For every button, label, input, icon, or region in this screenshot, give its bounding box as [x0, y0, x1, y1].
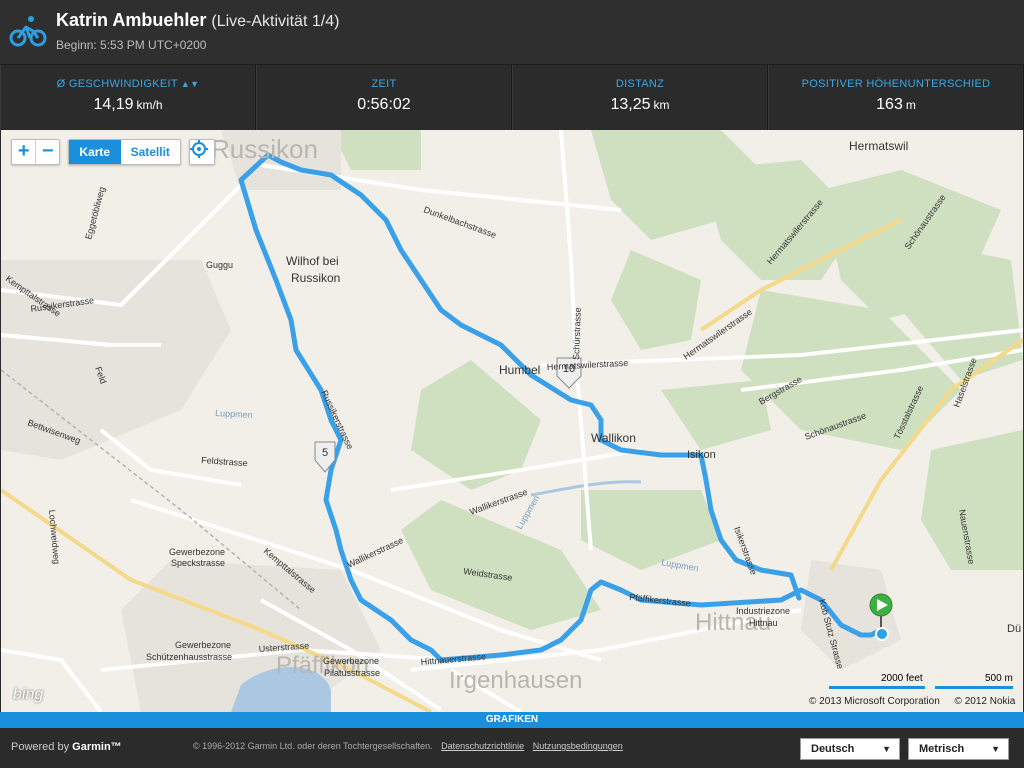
zoom-out-button[interactable]: −	[35, 140, 59, 164]
stat-unit: m	[905, 98, 916, 112]
marker-label: 5	[322, 447, 328, 459]
stat-unit: km/h	[136, 98, 163, 112]
place-label: Gewerbezone	[169, 547, 225, 557]
place-label: Wilhof bei	[286, 254, 339, 268]
powered-by-text: Powered by	[11, 741, 70, 753]
place-label: Isikon	[687, 449, 716, 461]
street-label: Isikerstrasse	[732, 525, 759, 576]
stat-value: 13,25	[610, 96, 651, 113]
street-label: Luppmen	[661, 557, 700, 573]
street-label: Wallikerstrasse	[468, 487, 528, 517]
units-value: Metrisch	[919, 743, 965, 755]
legal-notice: © 1996-2012 Garmin Ltd. oder deren Tocht…	[193, 741, 623, 751]
language-select[interactable]: Deutsch ▼	[800, 738, 900, 760]
activity-title: Katrin Ambuehler (Live-Aktivität 1/4)	[56, 10, 339, 31]
powered-by: Powered by Garmin™	[11, 741, 122, 753]
copyright-text: © 1996-2012 Garmin Ltd. oder deren Tocht…	[193, 741, 433, 751]
street-label: Luppmen	[215, 408, 253, 420]
street-label: Dunkelbachstrasse	[422, 204, 497, 240]
chevron-down-icon: ▼	[991, 744, 1000, 754]
garmin-brand: Garmin™	[72, 741, 122, 753]
map-view[interactable]: 5 10 Russikon Hermatswil Wilhof bei Russ…	[1, 130, 1023, 712]
stat-value: 14,19	[93, 96, 134, 113]
place-label: Irgenhausen	[449, 667, 582, 694]
stats-bar: Ø GESCHWINDIGKEIT ▲▼ 14,19 km/h ZEIT 0:56:…	[0, 64, 1024, 130]
stat-label: Ø GESCHWINDIGKEIT	[56, 78, 178, 90]
street-label: Wallikerstrasse	[346, 535, 405, 570]
place-label: Wallikon	[591, 431, 636, 445]
place-label: Gewerbezone	[175, 640, 231, 650]
current-position-icon[interactable]	[875, 627, 889, 641]
place-label: Hermatswil	[849, 139, 908, 153]
athlete-name: Katrin Ambuehler	[56, 10, 207, 30]
crosshair-icon	[190, 140, 208, 158]
place-label: Industriezone	[736, 606, 790, 616]
stat-label: DISTANZ	[615, 78, 665, 90]
street-label: Eggetöbliweg	[83, 186, 107, 241]
map-canvas[interactable]: 5 10 Russikon Hermatswil Wilhof bei Russ…	[1, 130, 1023, 712]
stat-value: 0:56:02	[357, 96, 411, 113]
stat-elevation-gain: POSITIVER HÖHENUNTERSCHIED 163 m	[768, 65, 1024, 130]
stat-label: ZEIT	[371, 78, 397, 90]
sort-icon[interactable]: ▲▼	[181, 79, 199, 89]
units-select[interactable]: Metrisch ▼	[908, 738, 1009, 760]
scale-imperial: 2000 feet	[881, 673, 923, 684]
zoom-in-button[interactable]: +	[12, 140, 35, 164]
activity-page: Katrin Ambuehler (Live-Aktivität 1/4) Be…	[0, 0, 1024, 768]
bicycle-icon	[9, 16, 47, 47]
chevron-down-icon: ▼	[882, 744, 891, 754]
stat-avg-speed[interactable]: Ø GESCHWINDIGKEIT ▲▼ 14,19 km/h	[0, 65, 256, 130]
stat-unit: km	[653, 98, 670, 112]
stat-value: 163	[876, 96, 903, 113]
place-label: Hittnau	[749, 618, 778, 628]
place-label: Humbel	[499, 363, 540, 377]
place-label: Guggu	[206, 260, 233, 270]
zoom-control: + −	[11, 139, 60, 165]
place-label: Russikon	[211, 134, 318, 164]
map-type-satellite-button[interactable]: Satellit	[121, 140, 180, 164]
copyright-nokia: © 2012 Nokia	[954, 696, 1016, 707]
forest-areas	[331, 130, 1023, 630]
charts-toggle-bar[interactable]: GRAFIKEN	[0, 712, 1024, 728]
street-label: Pfäffikerstrasse	[629, 592, 692, 608]
footer: Powered by Garmin™ © 1996-2012 Garmin Lt…	[0, 728, 1024, 768]
scale-bar-imperial	[829, 686, 925, 689]
place-label: Dü	[1007, 623, 1021, 635]
live-activity-label: (Live-Aktivität 1/4)	[211, 13, 340, 30]
place-label: Speckstrasse	[171, 558, 225, 568]
start-time: Beginn: 5:53 PM UTC+0200	[56, 38, 207, 52]
map-copyright: © 2013 Microsoft Corporation © 2012 Noki…	[809, 696, 1015, 707]
street-label: Schürstrasse	[571, 307, 583, 360]
privacy-link[interactable]: Datenschutzrichtlinie	[441, 741, 524, 751]
map-type-toggle: Karte Satellit	[68, 139, 181, 165]
scale-bar-metric	[935, 686, 1013, 689]
copyright-microsoft: © 2013 Microsoft Corporation	[809, 696, 940, 707]
locate-button[interactable]	[189, 139, 215, 165]
street-label: Feldstrasse	[201, 455, 248, 468]
stat-time: ZEIT 0:56:02	[256, 65, 512, 130]
bing-logo: bing	[13, 686, 44, 703]
activity-header: Katrin Ambuehler (Live-Aktivität 1/4) Be…	[0, 0, 1024, 64]
place-label: Pilatusstrasse	[324, 668, 380, 678]
stat-label: POSITIVER HÖHENUNTERSCHIED	[801, 78, 991, 90]
place-label: Schützenhausstrasse	[146, 652, 232, 662]
language-value: Deutsch	[811, 743, 855, 755]
map-type-karte-button[interactable]: Karte	[69, 140, 121, 164]
place-label: Russikon	[291, 271, 340, 285]
scale-metric: 500 m	[985, 673, 1013, 684]
stat-distance: DISTANZ 13,25 km	[512, 65, 768, 130]
terms-link[interactable]: Nutzungsbedingungen	[533, 741, 623, 751]
street-label: Lochweidweg	[47, 509, 62, 564]
place-label: Gewerbezone	[323, 656, 379, 666]
